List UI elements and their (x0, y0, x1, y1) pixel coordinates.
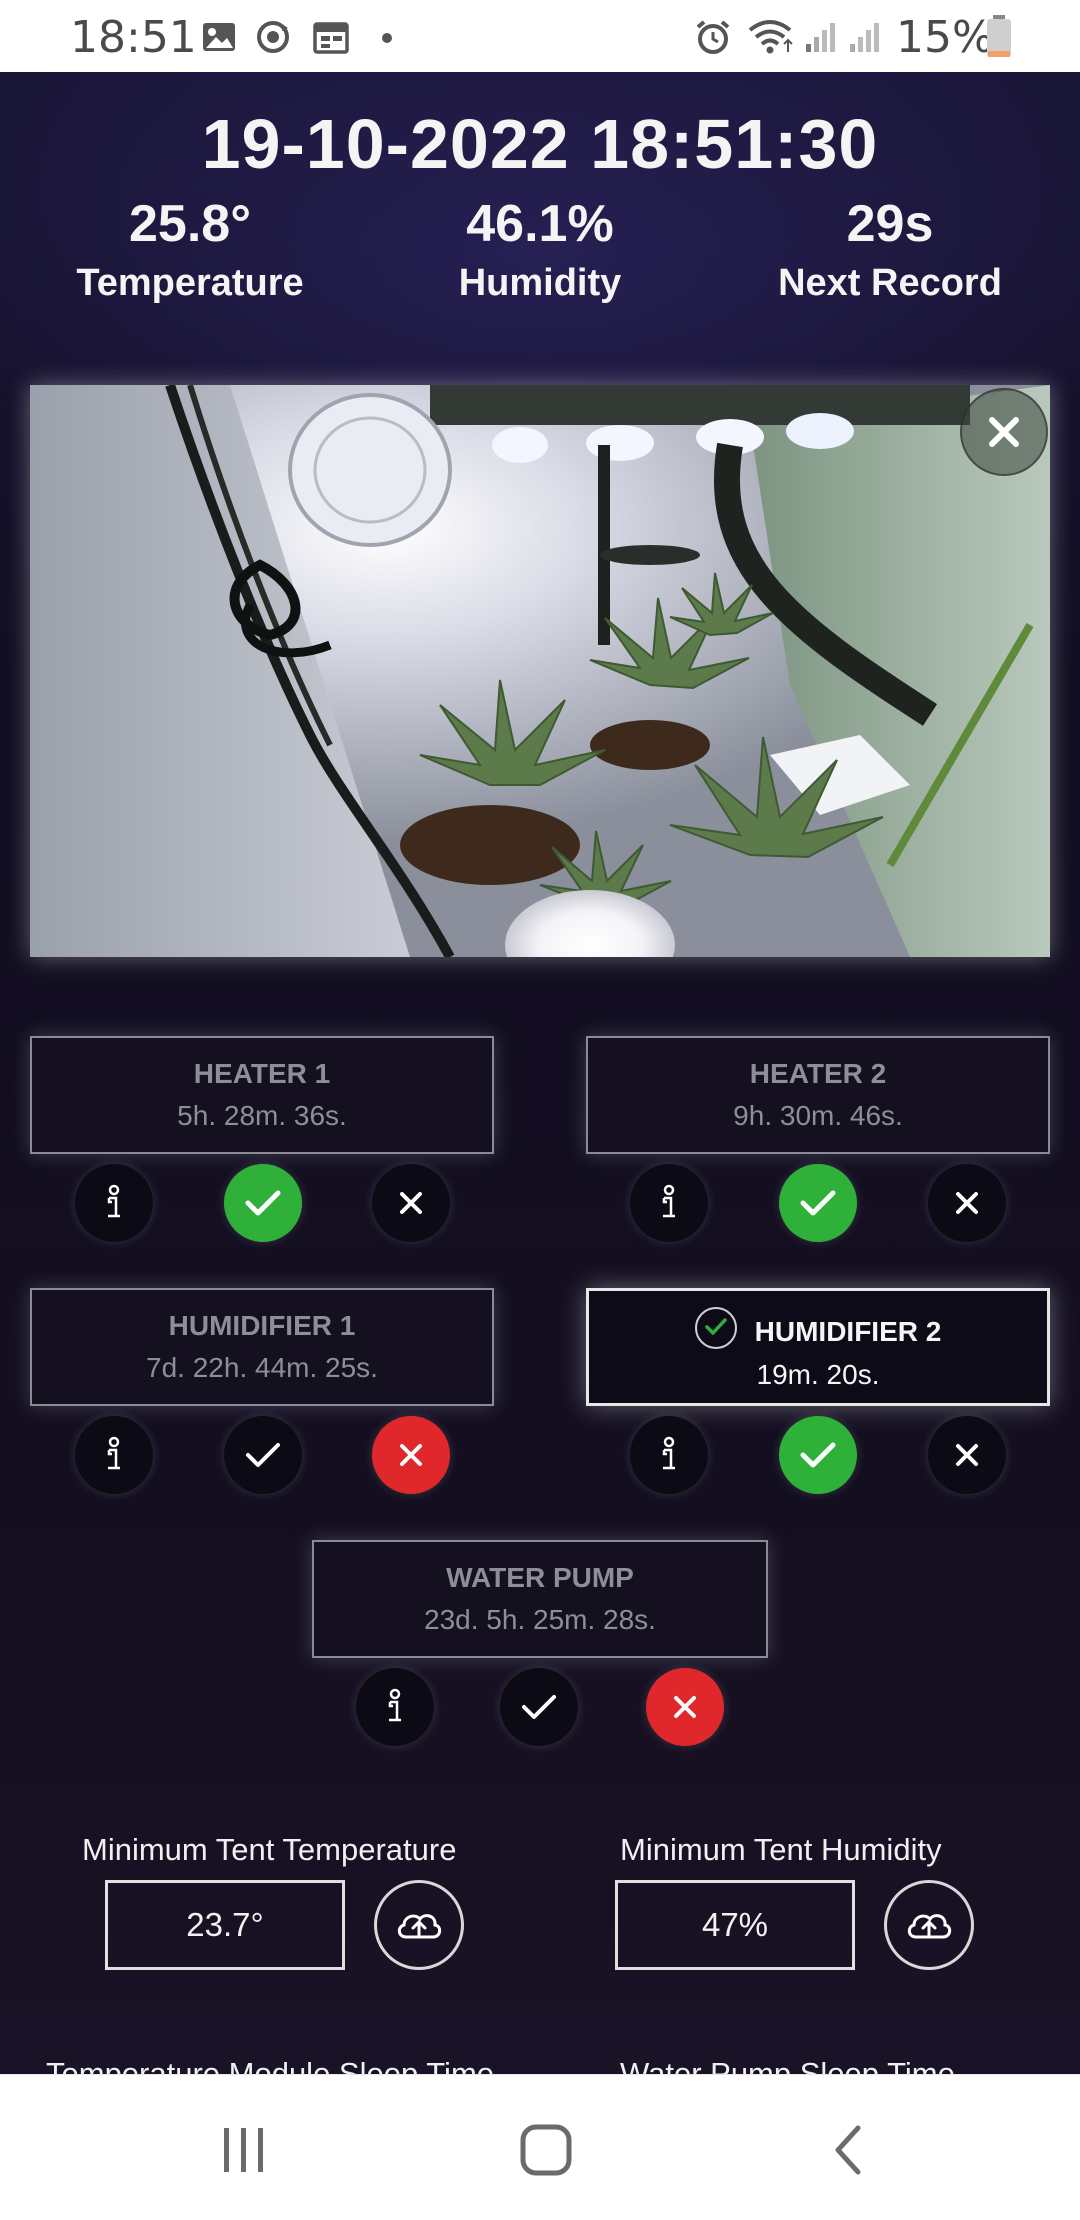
close-icon (400, 1192, 422, 1214)
on-button-heater-1[interactable] (224, 1164, 302, 1242)
on-button-water-pump[interactable] (500, 1668, 578, 1746)
close-icon (400, 1444, 422, 1466)
device-card-humidifier-2[interactable]: HUMIDIFIER 2 19m. 20s. (586, 1288, 1050, 1406)
info-button-humidifier-1[interactable] (75, 1416, 153, 1494)
info-button-humidifier-2[interactable] (630, 1416, 708, 1494)
device-name: HEATER 2 (749, 1058, 887, 1089)
camera-image (30, 385, 1050, 957)
recent-apps-icon (224, 2128, 263, 2172)
temperature-label: Temperature (76, 262, 304, 304)
info-icon (107, 1184, 120, 1218)
off-button-water-pump[interactable] (646, 1668, 724, 1746)
temperature-value: 25.8° (128, 195, 251, 253)
off-button-heater-1[interactable] (372, 1164, 450, 1242)
home-button[interactable] (506, 2115, 586, 2185)
signal-icon (850, 23, 879, 52)
info-icon (107, 1436, 120, 1470)
device-name: WATER PUMP (446, 1562, 634, 1593)
close-icon (674, 1696, 696, 1718)
device-name: HUMIDIFIER 2 (754, 1316, 942, 1347)
current-datetime: 19-10-2022 18:51:30 (201, 105, 879, 183)
check-icon (245, 1190, 281, 1216)
on-button-humidifier-1[interactable] (224, 1416, 302, 1494)
on-button-heater-2[interactable] (779, 1164, 857, 1242)
battery-icon (987, 15, 1011, 57)
off-button-humidifier-1[interactable] (372, 1416, 450, 1494)
navigation-bar (0, 2074, 1080, 2220)
camera-feed (30, 385, 1050, 957)
next-record-label: Next Record (778, 262, 1002, 304)
battery-percent: 15% (896, 12, 994, 63)
device-header: HUMIDIFIER 2 (589, 1307, 1047, 1353)
device-runtime: 19m. 20s. (756, 1359, 880, 1390)
temperature-stat: 25.8° Temperature (30, 194, 350, 305)
temp-sleep-label: Temperature Module Sleep Time (46, 2056, 495, 2074)
upload-min-temp-button[interactable] (374, 1880, 464, 1970)
on-button-humidifier-2[interactable] (779, 1416, 857, 1494)
back-button[interactable] (808, 2115, 888, 2185)
check-icon (800, 1190, 836, 1216)
device-card-humidifier-1[interactable]: HUMIDIFIER 1 7d. 22h. 44m. 25s. (30, 1288, 494, 1406)
next-record-value: 29s (846, 195, 934, 253)
device-name: HEATER 1 (193, 1058, 331, 1089)
app-content: 19-10-2022 18:51:30 25.8° Temperature 46… (0, 72, 1080, 2074)
status-bar: 18:51 15% (0, 0, 1080, 72)
off-button-heater-2[interactable] (928, 1164, 1006, 1242)
min-temp-label: Minimum Tent Temperature (82, 1832, 457, 1867)
device-runtime: 7d. 22h. 44m. 25s. (146, 1352, 378, 1383)
info-button-heater-2[interactable] (630, 1164, 708, 1242)
device-card-heater-1[interactable]: HEATER 1 5h. 28m. 36s. (30, 1036, 494, 1154)
cloud-upload-icon (397, 1914, 442, 1939)
device-card-water-pump[interactable]: WATER PUMP 23d. 5h. 25m. 28s. (312, 1540, 768, 1658)
info-icon (388, 1688, 401, 1722)
sync-icon (257, 21, 289, 53)
wifi-icon (748, 20, 793, 54)
close-icon (956, 1192, 978, 1214)
cloud-upload-icon (907, 1914, 952, 1939)
device-runtime: 9h. 30m. 46s. (733, 1100, 903, 1131)
min-humidity-input[interactable] (615, 1880, 855, 1970)
check-icon (522, 1695, 556, 1719)
calendar-icon (313, 22, 349, 54)
device-runtime: 5h. 28m. 36s. (177, 1100, 347, 1131)
humidity-value: 46.1% (466, 195, 614, 253)
device-name: HUMIDIFIER 1 (168, 1310, 356, 1341)
humidity-stat: 46.1% Humidity (380, 194, 700, 305)
info-icon (662, 1184, 675, 1218)
alarm-icon (696, 20, 730, 54)
gallery-icon (203, 23, 235, 51)
min-temp-input[interactable] (105, 1880, 345, 1970)
device-runtime: 23d. 5h. 25m. 28s. (424, 1604, 656, 1635)
info-button-heater-1[interactable] (75, 1164, 153, 1242)
pump-sleep-label: Water Pump Sleep Time (620, 2056, 955, 2074)
status-time: 18:51 (70, 12, 197, 63)
info-icon (662, 1436, 675, 1470)
off-button-humidifier-2[interactable] (928, 1416, 1006, 1494)
next-record-stat: 29s Next Record (730, 194, 1050, 305)
close-icon (956, 1444, 978, 1466)
active-check-icon (694, 1307, 737, 1349)
check-icon (800, 1442, 836, 1468)
home-icon (520, 2124, 572, 2176)
signal-icon (806, 23, 835, 52)
info-button-water-pump[interactable] (356, 1668, 434, 1746)
check-icon (246, 1443, 280, 1467)
min-humidity-label: Minimum Tent Humidity (620, 1832, 942, 1867)
close-camera-button[interactable] (960, 388, 1048, 476)
close-icon (989, 417, 1019, 447)
humidity-label: Humidity (458, 262, 622, 304)
device-card-heater-2[interactable]: HEATER 2 9h. 30m. 46s. (586, 1036, 1050, 1154)
recent-apps-button[interactable] (204, 2115, 284, 2185)
upload-min-humidity-button[interactable] (884, 1880, 974, 1970)
back-icon (835, 2125, 861, 2175)
notification-dot (382, 33, 392, 43)
